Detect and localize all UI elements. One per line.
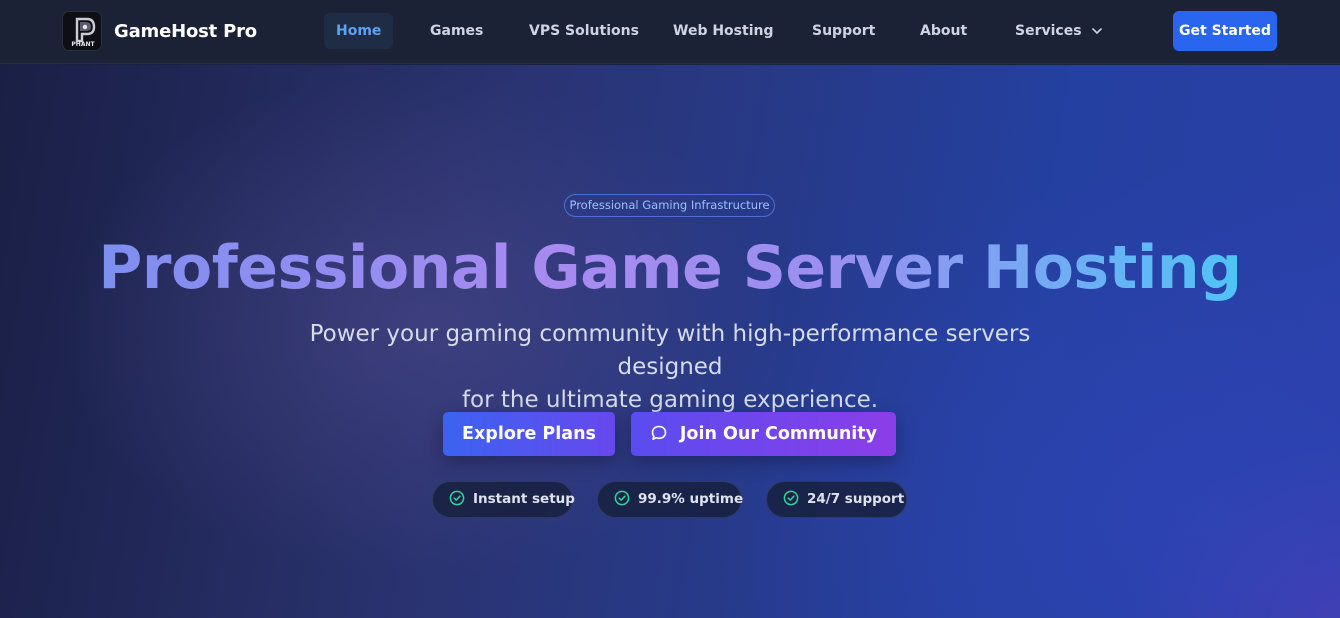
hero-section: Professional Gaming Infrastructure Profe… bbox=[0, 65, 1340, 618]
top-navbar: PHANT GameHost Pro Home Games VPS Soluti… bbox=[0, 0, 1340, 64]
logo-wordmark: PHANT bbox=[71, 41, 95, 48]
nav-about[interactable]: About bbox=[920, 13, 967, 49]
join-community-button[interactable]: Join Our Community bbox=[631, 412, 896, 456]
hero-badge: Professional Gaming Infrastructure bbox=[564, 194, 775, 217]
page: PHANT GameHost Pro Home Games VPS Soluti… bbox=[0, 0, 1340, 618]
hero-headline-text: Professional Game Server Hosting bbox=[98, 233, 1242, 303]
chevron-down-icon bbox=[1092, 28, 1103, 34]
hero-subtitle: Power your gaming community with high-pe… bbox=[270, 318, 1070, 417]
get-started-button[interactable]: Get Started bbox=[1173, 11, 1277, 51]
chat-bubble-icon bbox=[651, 425, 667, 440]
check-circle-icon bbox=[449, 490, 465, 505]
check-circle-icon bbox=[614, 490, 630, 505]
explore-plans-button[interactable]: Explore Plans bbox=[443, 412, 615, 456]
hero-headline: Professional Game Server Hosting bbox=[0, 230, 1340, 306]
nav-games[interactable]: Games bbox=[430, 13, 483, 49]
brand[interactable]: PHANT GameHost Pro bbox=[62, 11, 257, 51]
nav-home[interactable]: Home bbox=[324, 13, 394, 49]
feature-label: Instant setup bbox=[473, 491, 575, 507]
feature-label: 24/7 support bbox=[807, 491, 905, 507]
hero-subtitle-line-1: Power your gaming community with high-pe… bbox=[309, 321, 1031, 380]
brand-name: GameHost Pro bbox=[114, 20, 257, 42]
feature-pill-support: 24/7 support bbox=[766, 481, 907, 518]
nav-services-label: Services bbox=[1015, 23, 1082, 39]
nav-services[interactable]: Services bbox=[1015, 13, 1103, 49]
nav-web-hosting[interactable]: Web Hosting bbox=[673, 13, 773, 49]
join-community-label: Join Our Community bbox=[679, 424, 878, 444]
feature-label: 99.9% uptime bbox=[638, 491, 744, 507]
feature-pill-instant-setup: Instant setup bbox=[432, 481, 575, 518]
feature-pill-uptime: 99.9% uptime bbox=[597, 481, 744, 518]
check-circle-icon bbox=[783, 490, 799, 505]
nav-support[interactable]: Support bbox=[812, 13, 875, 49]
phantom-logo-icon: PHANT bbox=[62, 11, 102, 51]
nav-vps-solutions[interactable]: VPS Solutions bbox=[529, 13, 639, 49]
